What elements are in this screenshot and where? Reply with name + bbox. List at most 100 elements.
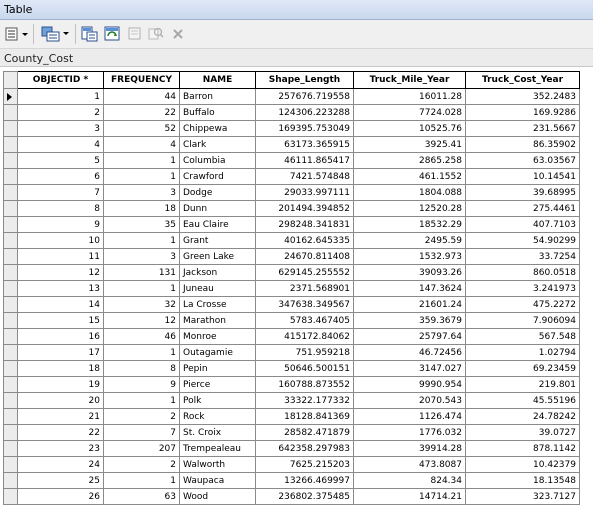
objectid-cell[interactable]: 10 (17, 232, 104, 249)
frequency-cell[interactable]: 46 (103, 328, 180, 345)
frequency-cell[interactable]: 63 (103, 488, 180, 505)
objectid-cell[interactable]: 20 (17, 392, 104, 409)
row-selector[interactable] (3, 232, 18, 249)
truck-mile-year-cell[interactable]: 824.34 (353, 472, 466, 489)
objectid-cell[interactable]: 9 (17, 216, 104, 233)
truck-cost-year-cell[interactable]: 275.4461 (465, 200, 580, 217)
truck-cost-year-cell[interactable]: 54.90299 (465, 232, 580, 249)
table-row[interactable]: 4 4 Clark 63173.365915 3925.41 86.35902 (3, 136, 580, 153)
row-selector[interactable] (3, 88, 18, 105)
truck-mile-year-cell[interactable]: 147.3624 (353, 280, 466, 297)
name-cell[interactable]: Green Lake (179, 248, 256, 265)
objectid-cell[interactable]: 17 (17, 344, 104, 361)
row-selector[interactable] (3, 168, 18, 185)
name-cell[interactable]: Jackson (179, 264, 256, 281)
row-selector[interactable] (3, 216, 18, 233)
row-selector[interactable] (3, 152, 18, 169)
objectid-cell[interactable]: 3 (17, 120, 104, 137)
truck-cost-year-cell[interactable]: 3.241973 (465, 280, 580, 297)
truck-cost-year-cell[interactable]: 69.23459 (465, 360, 580, 377)
table-row[interactable]: 24 2 Walworth 7625.215203 473.8087 10.42379 (3, 456, 580, 473)
frequency-cell[interactable]: 207 (103, 440, 180, 457)
frequency-cell[interactable]: 8 (103, 360, 180, 377)
table-row[interactable]: 23 207 Trempealeau 642358.297983 39914.28 878… (3, 440, 580, 457)
name-cell[interactable]: Crawford (179, 168, 256, 185)
objectid-cell[interactable]: 18 (17, 360, 104, 377)
truck-mile-year-cell[interactable]: 46.72456 (353, 344, 466, 361)
switch-selection-icon[interactable] (103, 25, 123, 43)
objectid-cell[interactable]: 25 (17, 472, 104, 489)
truck-mile-year-cell[interactable]: 12520.28 (353, 200, 466, 217)
row-selector[interactable] (3, 408, 18, 425)
row-selector[interactable] (3, 104, 18, 121)
truck-mile-year-cell[interactable]: 25797.64 (353, 328, 466, 345)
name-cell[interactable]: Walworth (179, 456, 256, 473)
shape-length-cell[interactable]: 2371.568901 (255, 280, 354, 297)
shape-length-cell[interactable]: 40162.645335 (255, 232, 354, 249)
table-row[interactable]: 19 9 Pierce 160788.873552 9990.954 219.801 (3, 376, 580, 393)
truck-cost-year-cell[interactable]: 567.548 (465, 328, 580, 345)
name-cell[interactable]: Trempealeau (179, 440, 256, 457)
frequency-cell[interactable]: 52 (103, 120, 180, 137)
table-row[interactable]: 10 1 Grant 40162.645335 2495.59 54.90299 (3, 232, 580, 249)
table-row[interactable]: 5 1 Columbia 46111.865417 2865.258 63.03567 (3, 152, 580, 169)
truck-cost-year-cell[interactable]: 39.68995 (465, 184, 580, 201)
table-row[interactable]: 2 22 Buffalo 124306.223288 7724.028 169.9286 (3, 104, 580, 121)
table-row[interactable]: 7 3 Dodge 29033.997111 1804.088 39.68995 (3, 184, 580, 201)
name-cell[interactable]: Pierce (179, 376, 256, 393)
table-row[interactable]: 14 32 La Crosse 347638.349567 21601.24 475.22… (3, 296, 580, 313)
column-header-frequency[interactable]: FREQUENCY (103, 71, 180, 89)
frequency-cell[interactable]: 1 (103, 280, 180, 297)
name-cell[interactable]: Marathon (179, 312, 256, 329)
row-selector[interactable] (3, 120, 18, 137)
shape-length-cell[interactable]: 5783.467405 (255, 312, 354, 329)
truck-cost-year-cell[interactable]: 18.13548 (465, 472, 580, 489)
frequency-cell[interactable]: 9 (103, 376, 180, 393)
truck-mile-year-cell[interactable]: 1776.032 (353, 424, 466, 441)
delete-selected-icon[interactable] (170, 25, 186, 43)
objectid-cell[interactable]: 6 (17, 168, 104, 185)
name-cell[interactable]: Pepin (179, 360, 256, 377)
shape-length-cell[interactable]: 201494.394852 (255, 200, 354, 217)
truck-cost-year-cell[interactable]: 86.35902 (465, 136, 580, 153)
row-selector[interactable] (3, 248, 18, 265)
row-selector[interactable] (3, 328, 18, 345)
table-row[interactable]: 9 35 Eau Claire 298248.341831 18532.29 407.71… (3, 216, 580, 233)
shape-length-cell[interactable]: 46111.865417 (255, 152, 354, 169)
shape-length-cell[interactable]: 13266.469997 (255, 472, 354, 489)
table-row[interactable]: 22 7 St. Croix 28582.471879 1776.032 39.0727 (3, 424, 580, 441)
objectid-cell[interactable]: 7 (17, 184, 104, 201)
name-cell[interactable]: Buffalo (179, 104, 256, 121)
name-cell[interactable]: Clark (179, 136, 256, 153)
shape-length-cell[interactable]: 7625.215203 (255, 456, 354, 473)
shape-length-cell[interactable]: 160788.873552 (255, 376, 354, 393)
frequency-cell[interactable]: 7 (103, 424, 180, 441)
table-row[interactable]: 16 46 Monroe 415172.84062 25797.64 567.548 (3, 328, 580, 345)
frequency-cell[interactable]: 1 (103, 392, 180, 409)
objectid-cell[interactable]: 26 (17, 488, 104, 505)
frequency-cell[interactable]: 4 (103, 136, 180, 153)
truck-cost-year-cell[interactable]: 475.2272 (465, 296, 580, 313)
row-selector[interactable] (3, 392, 18, 409)
truck-mile-year-cell[interactable]: 16011.28 (353, 88, 466, 105)
shape-length-cell[interactable]: 415172.84062 (255, 328, 354, 345)
column-header-truck-mile-year[interactable]: Truck_Mile_Year (353, 71, 466, 89)
row-selector[interactable] (3, 296, 18, 313)
frequency-cell[interactable]: 18 (103, 200, 180, 217)
table-row[interactable]: 26 63 Wood 236802.375485 14714.21 323.7127 (3, 488, 580, 505)
truck-mile-year-cell[interactable]: 3147.027 (353, 360, 466, 377)
truck-mile-year-cell[interactable]: 473.8087 (353, 456, 466, 473)
truck-cost-year-cell[interactable]: 24.78242 (465, 408, 580, 425)
objectid-cell[interactable]: 4 (17, 136, 104, 153)
name-cell[interactable]: Waupaca (179, 472, 256, 489)
row-selector[interactable] (3, 488, 18, 505)
column-header-name[interactable]: NAME (179, 71, 256, 89)
objectid-cell[interactable]: 5 (17, 152, 104, 169)
shape-length-cell[interactable]: 50646.500151 (255, 360, 354, 377)
truck-mile-year-cell[interactable]: 1804.088 (353, 184, 466, 201)
truck-mile-year-cell[interactable]: 9990.954 (353, 376, 466, 393)
frequency-cell[interactable]: 2 (103, 408, 180, 425)
truck-cost-year-cell[interactable]: 33.7254 (465, 248, 580, 265)
truck-mile-year-cell[interactable]: 359.3679 (353, 312, 466, 329)
row-selector[interactable] (3, 456, 18, 473)
